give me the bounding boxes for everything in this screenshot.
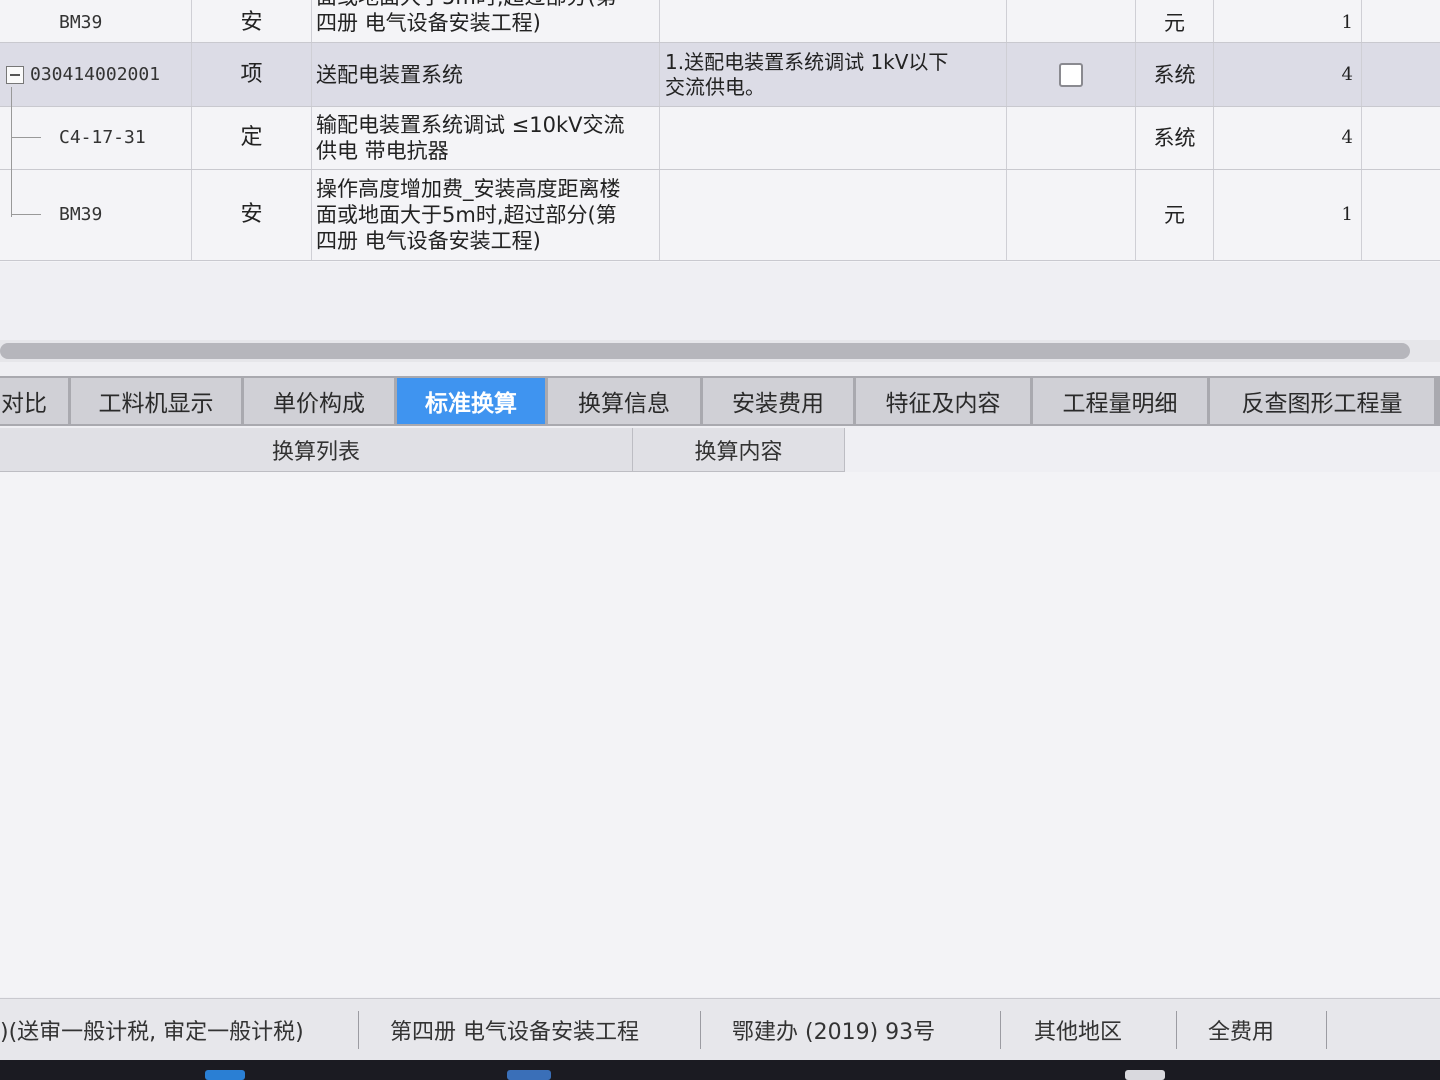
app-icon[interactable] [1125, 1070, 1165, 1080]
item-feature[interactable] [660, 107, 1007, 169]
item-code: 030414002001 [30, 63, 161, 85]
conversion-list-header: 换算列表 [0, 428, 633, 472]
conversion-content-header: 换算内容 [633, 428, 845, 472]
item-name[interactable]: 送配电装置系统 [312, 43, 660, 106]
item-name: 面或地面大于5m时,超过部分(第 四册 电气设备安装工程) [312, 0, 660, 42]
item-extra-cell [1362, 170, 1440, 260]
tab-conversion-info[interactable]: 换算信息 [548, 378, 700, 424]
item-unit: 系统 [1136, 43, 1214, 106]
item-code-cell: BM39 [0, 170, 192, 260]
tab-unit-price-composition[interactable]: 单价构成 [244, 378, 394, 424]
tax-mode-status: )(送审一般计税, 审定一般计税) [0, 1020, 304, 1045]
status-divider [1326, 1011, 1327, 1049]
scrollbar-thumb[interactable] [0, 343, 1410, 359]
item-unit: 系统 [1136, 107, 1214, 169]
tab-standard-conversion[interactable]: 标准换算 [397, 378, 545, 424]
tab-compare[interactable]: 对比 [0, 378, 68, 424]
detail-tabbar: 对比 工料机显示 单价构成 标准换算 换算信息 安装费用 特征及内容 工程量明细… [0, 376, 1440, 426]
item-unit: 元 [1136, 170, 1214, 260]
item-code: C4-17-31 [59, 127, 146, 148]
item-extra-cell [1362, 107, 1440, 169]
item-checkbox[interactable] [1059, 62, 1083, 87]
fee-mode-status: 全费用 [1208, 1020, 1275, 1045]
item-quantity[interactable]: 1 [1214, 170, 1362, 260]
item-name[interactable]: 输配电装置系统调试 ≤10kV交流 供电 带电抗器 [312, 107, 660, 169]
horizontal-scrollbar[interactable] [0, 340, 1440, 362]
status-divider [1000, 1011, 1001, 1049]
item-check-cell [1007, 0, 1136, 42]
tab-reverse-lookup-quantity[interactable]: 反查图形工程量 [1210, 378, 1434, 424]
item-check-cell [1007, 43, 1136, 106]
conversion-header: 换算列表 换算内容 [0, 428, 845, 472]
table-row[interactable]: BM39 安 面或地面大于5m时,超过部分(第 四册 电气设备安装工程) 元 1 [0, 0, 1440, 43]
item-code-cell: 030414002001 [0, 43, 192, 106]
table-row[interactable]: BM39 安 操作高度增加费_安装高度距离楼 面或地面大于5m时,超过部分(第 … [0, 170, 1440, 261]
region-status: 其他地区 [1034, 1020, 1123, 1045]
item-code: BM39 [0, 0, 192, 42]
status-divider [358, 1011, 359, 1049]
taskbar [0, 1060, 1440, 1080]
item-quantity[interactable]: 4 [1214, 43, 1362, 106]
table-row[interactable]: C4-17-31 定 输配电装置系统调试 ≤10kV交流 供电 带电抗器 系统 … [0, 107, 1440, 170]
tab-quantity-detail[interactable]: 工程量明细 [1033, 378, 1207, 424]
status-bar: )(送审一般计税, 审定一般计税) 第四册 电气设备安装工程 鄂建办 (2019… [0, 998, 1440, 1061]
item-unit: 元 [1136, 0, 1214, 42]
app-icon[interactable] [507, 1070, 551, 1080]
item-feature[interactable] [660, 170, 1007, 260]
table-row-selected[interactable]: 030414002001 项 送配电装置系统 1.送配电装置系统调试 1kV以下… [0, 43, 1440, 107]
item-quantity: 1 [1214, 0, 1362, 42]
collapse-icon[interactable] [6, 65, 24, 84]
item-check-cell [1007, 170, 1136, 260]
item-feature[interactable]: 1.送配电装置系统调试 1kV以下 交流供电。 [660, 43, 1007, 106]
item-type: 安 [192, 170, 312, 260]
item-type: 安 [192, 0, 312, 42]
status-divider [700, 1011, 701, 1049]
item-check-cell [1007, 107, 1136, 169]
item-extra-cell [1362, 43, 1440, 106]
tree-connector [11, 87, 12, 217]
regulation-status: 鄂建办 (2019) 93号 [732, 1020, 936, 1045]
quantity-grid: BM39 安 面或地面大于5m时,超过部分(第 四册 电气设备安装工程) 元 1… [0, 0, 1440, 262]
tree-connector [11, 214, 41, 215]
volume-status: 第四册 电气设备安装工程 [390, 1020, 639, 1045]
status-divider [1176, 1011, 1177, 1049]
conversion-content-area [0, 472, 1440, 997]
item-type: 定 [192, 107, 312, 169]
item-code-cell: C4-17-31 [0, 107, 192, 169]
item-name[interactable]: 操作高度增加费_安装高度距离楼 面或地面大于5m时,超过部分(第 四册 电气设备… [312, 170, 660, 260]
item-feature [660, 0, 1007, 42]
tab-labor-material-machine[interactable]: 工料机显示 [71, 378, 241, 424]
tree-connector [11, 137, 41, 138]
tab-features-content[interactable]: 特征及内容 [856, 378, 1030, 424]
item-extra-cell [1362, 0, 1440, 42]
tab-installation-fee[interactable]: 安装费用 [703, 378, 853, 424]
item-code: BM39 [59, 204, 103, 225]
item-type: 项 [192, 43, 312, 106]
item-quantity[interactable]: 4 [1214, 107, 1362, 169]
app-icon[interactable] [205, 1070, 245, 1080]
